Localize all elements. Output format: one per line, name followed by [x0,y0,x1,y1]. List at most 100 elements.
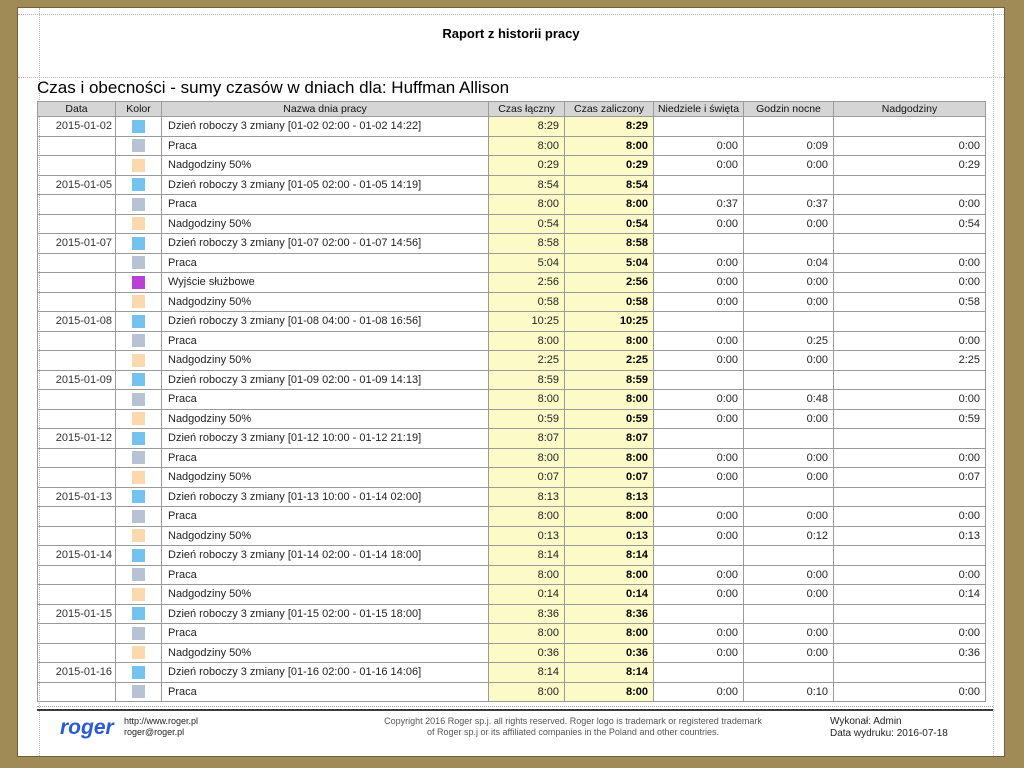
color-swatch [132,627,145,640]
cell-counted: 0:13 [565,526,654,546]
table-row: Nadgodziny 50%2:252:250:000:002:25 [38,351,986,371]
cell-color [116,234,162,254]
cell-counted: 8:54 [565,175,654,195]
cell-name: Dzień roboczy 3 zmiany [01-05 02:00 - 01… [162,175,489,195]
cell-date [38,468,116,488]
cell-total: 8:13 [489,487,565,507]
cell-date: 2015-01-14 [38,546,116,566]
cell-name: Nadgodziny 50% [162,585,489,605]
color-swatch [132,412,145,425]
cell-date: 2015-01-07 [38,234,116,254]
cell-sundays [654,312,744,332]
cell-counted: 0:59 [565,409,654,429]
cell-total: 5:04 [489,253,565,273]
cell-date [38,331,116,351]
cell-color [116,565,162,585]
cell-date [38,682,116,702]
cell-total: 10:25 [489,312,565,332]
cell-sundays: 0:00 [654,507,744,527]
copyright-line-2: of Roger sp.j or its affiliated companie… [348,727,798,738]
cell-color [116,273,162,293]
cell-overtime: 0:00 [834,507,986,527]
margin-guide-top [18,14,1004,15]
footer-divider-dotted [37,706,993,707]
cell-counted: 8:00 [565,331,654,351]
cell-date [38,136,116,156]
footer-author: Wykonał: Admin [830,716,948,728]
cell-counted: 0:54 [565,214,654,234]
cell-date: 2015-01-15 [38,604,116,624]
cell-sundays: 0:00 [654,214,744,234]
cell-sundays [654,429,744,449]
table-row: Praca8:008:000:000:100:00 [38,682,986,702]
cell-overtime: 0:00 [834,273,986,293]
cell-overtime: 0:00 [834,682,986,702]
table-row: Nadgodziny 50%0:130:130:000:120:13 [38,526,986,546]
cell-overtime [834,370,986,390]
cell-sundays [654,117,744,137]
color-swatch [132,217,145,230]
footer-contact: http://www.roger.pl roger@roger.pl [124,716,198,738]
cell-counted: 8:58 [565,234,654,254]
cell-counted: 8:00 [565,136,654,156]
cell-date [38,565,116,585]
cell-sundays [654,487,744,507]
cell-date [38,292,116,312]
cell-total: 8:14 [489,663,565,683]
cell-sundays [654,175,744,195]
color-swatch [132,666,145,679]
cell-color [116,370,162,390]
cell-night: 0:25 [744,331,834,351]
column-header-name: Nazwa dnia pracy [162,102,489,117]
cell-night [744,234,834,254]
cell-color [116,507,162,527]
cell-counted: 2:25 [565,351,654,371]
cell-color [116,585,162,605]
cell-date [38,507,116,527]
cell-night: 0:48 [744,390,834,410]
cell-name: Dzień roboczy 3 zmiany [01-16 02:00 - 01… [162,663,489,683]
cell-night: 0:04 [744,253,834,273]
table-row: 2015-01-09Dzień roboczy 3 zmiany [01-09 … [38,370,986,390]
cell-sundays [654,370,744,390]
cell-overtime: 0:00 [834,253,986,273]
cell-overtime: 2:25 [834,351,986,371]
cell-sundays: 0:00 [654,409,744,429]
cell-color [116,292,162,312]
table-row: Wyjście służbowe2:562:560:000:000:00 [38,273,986,293]
cell-color [116,604,162,624]
table-row: Nadgodziny 50%0:360:360:000:000:36 [38,643,986,663]
cell-overtime [834,175,986,195]
cell-night [744,487,834,507]
cell-total: 8:36 [489,604,565,624]
table-row: Nadgodziny 50%0:540:540:000:000:54 [38,214,986,234]
table-row: Nadgodziny 50%0:140:140:000:000:14 [38,585,986,605]
color-swatch [132,237,145,250]
cell-total: 8:00 [489,331,565,351]
cell-name: Nadgodziny 50% [162,351,489,371]
cell-sundays: 0:00 [654,585,744,605]
cell-sundays: 0:00 [654,253,744,273]
cell-counted: 8:00 [565,448,654,468]
color-swatch [132,393,145,406]
cell-total: 8:00 [489,507,565,527]
cell-sundays: 0:00 [654,643,744,663]
cell-color [116,643,162,663]
cell-sundays: 0:00 [654,565,744,585]
table-row: 2015-01-07Dzień roboczy 3 zmiany [01-07 … [38,234,986,254]
cell-name: Dzień roboczy 3 zmiany [01-09 02:00 - 01… [162,370,489,390]
color-swatch [132,198,145,211]
color-swatch [132,607,145,620]
cell-night: 0:00 [744,507,834,527]
table-row: 2015-01-08Dzień roboczy 3 zmiany [01-08 … [38,312,986,332]
work-history-table-container: DataKolorNazwa dnia pracyCzas łącznyCzas… [37,101,986,702]
section-title: Czas i obecności - sumy czasów w dniach … [37,78,993,98]
cell-total: 0:07 [489,468,565,488]
cell-date [38,643,116,663]
cell-color [116,448,162,468]
column-header-date: Data [38,102,116,117]
cell-color [116,156,162,176]
cell-total: 8:00 [489,448,565,468]
cell-name: Dzień roboczy 3 zmiany [01-14 02:00 - 01… [162,546,489,566]
cell-overtime: 0:13 [834,526,986,546]
